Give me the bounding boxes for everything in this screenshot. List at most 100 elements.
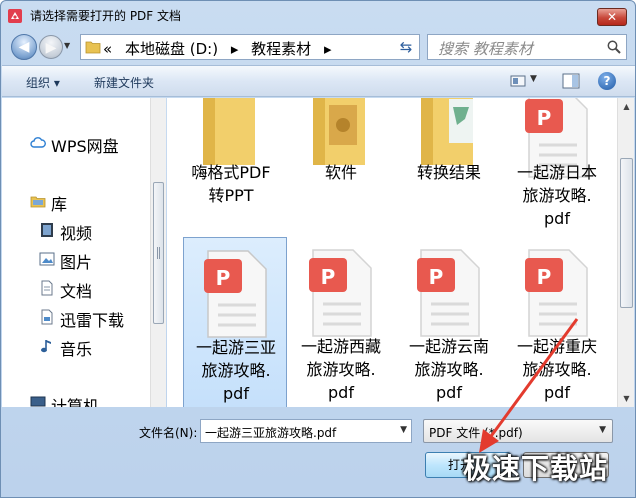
svg-text:P: P [537, 106, 552, 130]
file-name-line: pdf [544, 209, 570, 228]
filename-label: 文件名(N): [139, 426, 198, 440]
file-name: 一起游云南 旅游攻略. pdf [399, 335, 499, 404]
filename-value: 一起游三亚旅游攻略.pdf [205, 426, 337, 440]
file-name: 软件 [291, 161, 391, 184]
scroll-up-button[interactable]: ▲ [618, 98, 635, 115]
breadcrumb-overflow[interactable]: « [103, 40, 112, 58]
address-bar[interactable]: « 本地磁盘 (D:) ▸ 教程素材 ▸ [80, 34, 420, 60]
nav-item-label: 文档 [60, 282, 93, 301]
file-list-scrollbar[interactable]: ▲ ▼ [617, 98, 634, 407]
close-button[interactable]: ✕ [597, 8, 627, 26]
cloud-icon [30, 137, 46, 148]
navigation-scrollbar[interactable] [150, 98, 166, 407]
nav-item-label: 计算机 [51, 397, 100, 407]
new-folder-button[interactable]: 新建文件夹 [94, 74, 154, 91]
pdf-file-icon: P [417, 249, 480, 337]
breadcrumb-separator[interactable]: ▸ [231, 40, 239, 58]
nav-item-label: 音乐 [60, 340, 93, 359]
file-name-line: 旅游攻略. [522, 360, 592, 379]
file-name-line: 软件 [324, 163, 357, 182]
refresh-button[interactable]: ⇆ [394, 35, 418, 59]
file-name: 一起游西藏 旅游攻略. pdf [291, 335, 391, 404]
nav-item-label: 迅雷下载 [60, 311, 125, 330]
breadcrumb-separator[interactable]: ▸ [324, 40, 332, 58]
folder-item[interactable]: 软件 [289, 98, 393, 195]
file-name: 一起游三亚 旅游攻略. pdf [186, 336, 286, 405]
title-bar: 请选择需要打开的 PDF 文档 ✕ [1, 1, 635, 31]
folder-item[interactable]: 嗨格式PDF 转PPT [179, 98, 283, 205]
file-list-scroll-thumb[interactable] [620, 158, 633, 308]
nav-item-label: 图片 [60, 253, 93, 272]
navigation-pane: WPS网盘 库 视频 图片 文档 迅雷下载 音乐 计算机 [2, 98, 150, 407]
app-icon [8, 9, 22, 23]
file-name: 一起游日本 旅游攻略. pdf [507, 161, 607, 230]
file-name-line: 一起游三亚 [195, 338, 276, 357]
svg-text:P: P [537, 265, 552, 289]
file-type-value: PDF 文件 (*.pdf) [429, 426, 523, 440]
recent-pages-dropdown[interactable]: ▼ [64, 41, 70, 50]
music-icon [41, 340, 51, 353]
file-name-line: 嗨格式PDF [191, 163, 271, 182]
preview-pane-icon[interactable] [562, 73, 580, 89]
window-title: 请选择需要打开的 PDF 文档 [30, 9, 182, 23]
file-name-line: 转PPT [208, 186, 254, 205]
file-name-line: 旅游攻略. [414, 360, 484, 379]
pdf-item[interactable]: P 一起游西藏 旅游攻略. pdf [289, 237, 393, 407]
breadcrumb: « 本地磁盘 (D:) ▸ 教程素材 ▸ [103, 38, 339, 59]
file-name: 一起游重庆 旅游攻略. pdf [507, 335, 607, 404]
nav-item-label: 库 [51, 195, 68, 214]
file-name-line: 旅游攻略. [201, 361, 271, 380]
folder-icon [85, 41, 101, 54]
file-name-line: pdf [223, 384, 249, 403]
pdf-file-icon: P [204, 250, 267, 338]
file-list: 嗨格式PDF 转PPT 软件 转换结果 P 一起游日本 旅游攻略. pdf P … [167, 98, 617, 407]
file-name-line: 一起游日本 [516, 163, 597, 182]
video-icon [41, 223, 53, 237]
file-type-select[interactable]: PDF 文件 (*.pdf) ▼ [423, 419, 613, 443]
chevron-down-icon: ▼ [599, 425, 606, 435]
download-icon [41, 309, 53, 325]
svg-text:P: P [429, 265, 444, 289]
watermark-text: 极速下载站 [463, 452, 609, 485]
file-name: 转换结果 [399, 161, 499, 184]
search-placeholder: 搜索 教程素材 [438, 40, 533, 58]
breadcrumb-folder[interactable]: 教程素材 [251, 40, 311, 58]
svg-text:P: P [321, 265, 336, 289]
pdf-item[interactable]: P 一起游云南 旅游攻略. pdf [397, 237, 501, 407]
pdf-item[interactable]: P 一起游日本 旅游攻略. pdf [505, 98, 609, 228]
filename-input[interactable]: 一起游三亚旅游攻略.pdf ▼ [200, 419, 412, 443]
nav-item-label: WPS网盘 [51, 137, 119, 156]
picture-icon [39, 252, 55, 266]
forward-button[interactable]: ▶ [39, 35, 63, 59]
pdf-file-icon: P [309, 249, 372, 337]
file-name-line: pdf [544, 383, 570, 402]
help-icon[interactable]: ? [598, 72, 616, 90]
view-options-icon[interactable] [510, 74, 526, 88]
file-name-line: 转换结果 [416, 163, 481, 182]
folder-item[interactable]: 转换结果 [397, 98, 501, 195]
view-options-dropdown[interactable]: ▼ [530, 74, 537, 84]
file-name-line: 旅游攻略. [522, 186, 592, 205]
file-name: 嗨格式PDF 转PPT [181, 161, 281, 207]
svg-text:P: P [216, 266, 231, 290]
pdf-item[interactable]: P 一起游重庆 旅游攻略. pdf [505, 237, 609, 407]
file-name-line: pdf [328, 383, 354, 402]
document-icon [41, 280, 53, 296]
pdf-file-icon: P [525, 249, 588, 337]
computer-icon [30, 396, 46, 407]
file-name-line: 一起游云南 [408, 337, 489, 356]
pdf-item-selected[interactable]: P 一起游三亚 旅游攻略. pdf [183, 237, 287, 407]
navigation-scroll-thumb[interactable] [153, 182, 164, 324]
search-box[interactable]: 搜索 教程素材 [427, 34, 627, 60]
file-open-dialog: 请选择需要打开的 PDF 文档 ✕ ◀ ▶ ▼ « 本地磁盘 (D:) ▸ 教程… [0, 0, 636, 498]
organize-menu[interactable]: 组织 ▾ [26, 74, 60, 91]
back-button[interactable]: ◀ [11, 34, 37, 60]
search-icon[interactable] [606, 39, 622, 55]
file-name-line: 一起游西藏 [300, 337, 381, 356]
breadcrumb-drive[interactable]: 本地磁盘 (D:) [125, 40, 218, 58]
filename-history-dropdown[interactable]: ▼ [400, 425, 407, 435]
file-name-line: pdf [436, 383, 462, 402]
command-bar: 组织 ▾ 新建文件夹 ▼ ? [2, 65, 635, 97]
scroll-down-button[interactable]: ▼ [618, 390, 635, 407]
file-name-line: 一起游重庆 [516, 337, 597, 356]
